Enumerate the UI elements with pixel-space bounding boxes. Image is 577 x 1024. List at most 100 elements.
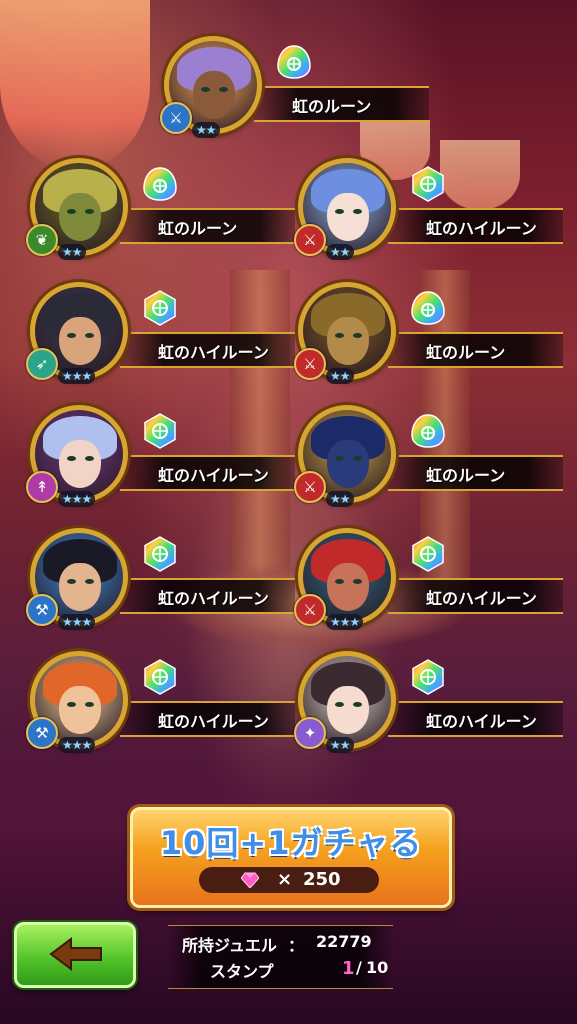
bird-icon: ➶ [26, 348, 58, 380]
character-eye [335, 333, 344, 338]
character-eye [67, 333, 76, 338]
character-eye [201, 87, 210, 92]
character-face [59, 440, 101, 488]
rarity-stars: ★★ [326, 368, 354, 384]
back-button[interactable] [14, 922, 136, 988]
reward-nameplate: 虹のハイルーン [120, 332, 295, 368]
reward-item[interactable]: 虹のルーン ⚔ ★★ [294, 405, 568, 535]
character-eye [67, 702, 76, 707]
gacha-button-label: 10回+1ガチャる [159, 824, 423, 862]
rarity-stars: ★★★ [58, 614, 96, 630]
reward-item[interactable]: 虹のハイルーン ⚒ ★★★ [26, 528, 300, 658]
stamp-max: 10 [366, 958, 389, 977]
rarity-stars: ★★ [326, 737, 354, 753]
reward-name: 虹のハイルーン [426, 589, 537, 608]
character-eye [335, 456, 344, 461]
rainbow-rune-icon [410, 166, 446, 202]
stamp-separator: / [356, 958, 362, 977]
cost-multiplier: × [277, 869, 293, 890]
character-face [59, 193, 101, 241]
character-eye [85, 333, 94, 338]
reward-item[interactable]: 虹のルーン ⚔ ★★ [160, 36, 434, 166]
character-face [327, 317, 369, 365]
axe-icon: ⚒ [26, 717, 58, 749]
reward-nameplate: 虹のルーン [120, 208, 295, 244]
reward-name: 虹のハイルーン [158, 712, 269, 731]
character-face [327, 686, 369, 734]
stamp-current: 1 [342, 958, 355, 979]
character-eye [335, 579, 344, 584]
rainbow-rune-icon [410, 659, 446, 695]
reward-item[interactable]: 虹のハイルーン ➶ ★★★ [26, 282, 300, 412]
rarity-stars: ★★★ [58, 737, 96, 753]
sword-icon: ⚔ [294, 471, 326, 503]
rainbow-rune-icon [410, 290, 446, 326]
reward-name: 虹のハイルーン [426, 219, 537, 238]
reward-name: 虹のルーン [426, 343, 506, 362]
sword-icon: ⚔ [160, 102, 192, 134]
rarity-stars: ★★ [192, 122, 220, 138]
rarity-stars: ★★★ [58, 368, 96, 384]
character-face [59, 563, 101, 611]
magic-icon: ✦ [294, 717, 326, 749]
character-eye [67, 456, 76, 461]
rarity-stars: ★★ [326, 244, 354, 260]
stamp-label: スタンプ [210, 962, 274, 981]
character-eye [85, 702, 94, 707]
character-eye [67, 209, 76, 214]
reward-name: 虹のルーン [426, 466, 506, 485]
rainbow-rune-icon [142, 536, 178, 572]
character-face [59, 317, 101, 365]
character-eye [335, 702, 344, 707]
reward-nameplate: 虹のハイルーン [120, 455, 295, 491]
reward-item[interactable]: 虹のルーン ❦ ★★ [26, 158, 300, 288]
reward-nameplate: 虹のハイルーン [388, 701, 563, 737]
reward-name: 虹のハイルーン [158, 466, 269, 485]
character-eye [353, 456, 362, 461]
character-face [327, 440, 369, 488]
axe-icon: ⚒ [26, 594, 58, 626]
rainbow-rune-icon [142, 166, 178, 202]
reward-item[interactable]: 虹のハイルーン ⚔ ★★ [294, 158, 568, 288]
character-face [327, 563, 369, 611]
reward-nameplate: 虹のハイルーン [120, 578, 295, 614]
rarity-stars: ★★★ [326, 614, 364, 630]
character-eye [353, 702, 362, 707]
character-eye [85, 456, 94, 461]
rainbow-rune-icon [410, 413, 446, 449]
gacha-10plus1-button[interactable]: 10回+1ガチャる × 250 [130, 807, 452, 908]
rainbow-rune-icon [142, 659, 178, 695]
reward-nameplate: 虹のルーン [254, 86, 429, 122]
stamp-row: スタンプ 1 / 10 [182, 958, 389, 981]
character-eye [353, 209, 362, 214]
jewel-row: 所持ジュエル ： 22779 [182, 932, 387, 955]
jewel-separator: ： [288, 936, 305, 955]
cost-value: 250 [303, 869, 341, 890]
ceiling-lamp [0, 0, 150, 170]
sword-icon: ⚔ [294, 348, 326, 380]
reward-item[interactable]: 虹のハイルーン ⚒ ★★★ [26, 651, 300, 781]
reward-nameplate: 虹のルーン [388, 332, 563, 368]
character-eye [85, 209, 94, 214]
rainbow-rune-icon [276, 44, 312, 80]
rainbow-rune-icon [142, 290, 178, 326]
reward-item[interactable]: 虹のハイルーン ✦ ★★ [294, 651, 568, 781]
reward-nameplate: 虹のハイルーン [120, 701, 295, 737]
reward-item[interactable]: 虹のハイルーン ⚔ ★★★ [294, 528, 568, 658]
rainbow-rune-icon [410, 536, 446, 572]
reward-nameplate: 虹のハイルーン [388, 578, 563, 614]
leaf-icon: ❦ [26, 224, 58, 256]
jewel-label: 所持ジュエル [182, 936, 277, 955]
reward-item[interactable]: 虹のルーン ⚔ ★★ [294, 282, 568, 412]
reward-name: 虹のハイルーン [158, 343, 269, 362]
character-eye [85, 579, 94, 584]
character-eye [219, 87, 228, 92]
jewel-icon [241, 872, 259, 888]
character-face [59, 686, 101, 734]
reward-name: 虹のルーン [292, 97, 372, 116]
reward-name: 虹のハイルーン [158, 589, 269, 608]
sword-icon: ⚔ [294, 594, 326, 626]
rarity-stars: ★★ [58, 244, 86, 260]
reward-item[interactable]: 虹のハイルーン ↟ ★★★ [26, 405, 300, 535]
character-face [193, 71, 235, 119]
